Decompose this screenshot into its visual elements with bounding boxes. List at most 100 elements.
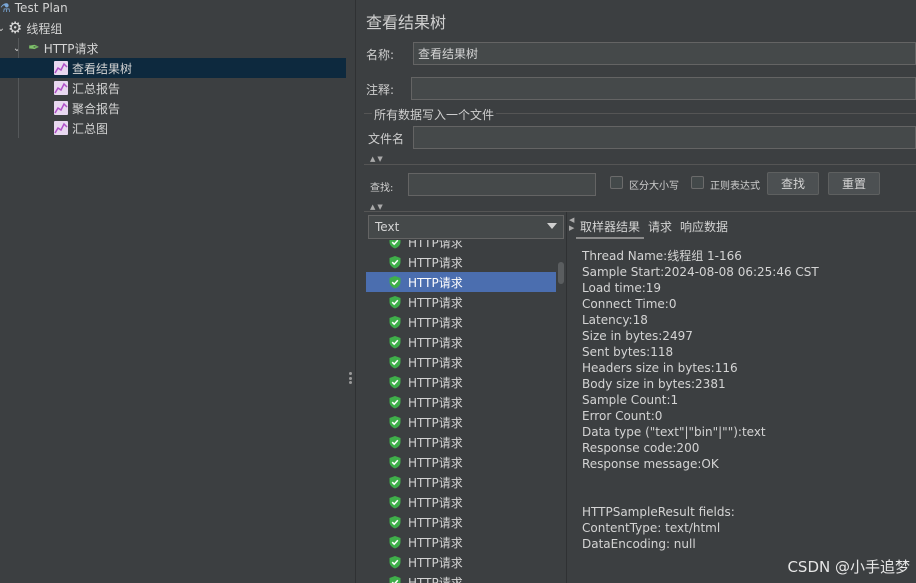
- regex-label: 正则表达式: [710, 181, 760, 192]
- tree-item-http-request[interactable]: ⌄ ✒ HTTP请求: [12, 38, 99, 58]
- tree-item-label: 汇总报告: [72, 81, 121, 96]
- shield-check-icon: [388, 515, 408, 529]
- result-tabs: 取样器结果 请求 响应数据: [576, 215, 732, 239]
- shield-check-icon: [388, 255, 408, 269]
- list-item[interactable]: HTTP请求: [366, 372, 556, 392]
- list-item-label: HTTP请求: [408, 455, 463, 470]
- list-item[interactable]: HTTP请求: [366, 552, 556, 572]
- reset-button[interactable]: 重置: [828, 172, 880, 195]
- tree-item-label: 汇总图: [72, 121, 109, 136]
- filename-label: 文件名: [368, 132, 405, 146]
- results-list[interactable]: HTTP请求 HTTP请求 HTTP请求 HTTP请求 HTTP请求 HTTP请求 HTTP…: [366, 240, 566, 583]
- results-scrollbar[interactable]: [556, 240, 566, 583]
- list-item[interactable]: HTTP请求: [366, 492, 556, 512]
- detail-line: Body size in bytes:2381: [582, 377, 726, 391]
- regex-checkbox[interactable]: [691, 176, 704, 189]
- splitter-grip-icon[interactable]: [349, 372, 352, 384]
- collapse-arrows-icon[interactable]: ▲▼: [370, 203, 385, 211]
- tree-guide-line: [18, 38, 19, 138]
- chevron-down-icon[interactable]: ⌄: [12, 43, 22, 54]
- tree-item-label: HTTP请求: [43, 41, 99, 56]
- shield-check-icon: [388, 455, 408, 469]
- graph-icon: [54, 101, 68, 115]
- search-label: 查找:: [370, 183, 394, 194]
- detail-line: Thread Name:线程组 1-166: [582, 249, 742, 263]
- list-item-label: HTTP请求: [408, 335, 463, 350]
- list-item[interactable]: HTTP请求: [366, 252, 556, 272]
- tab-request[interactable]: 请求: [644, 215, 676, 239]
- list-item-label: HTTP请求: [408, 395, 463, 410]
- detail-line: DataEncoding: null: [582, 537, 696, 551]
- shield-check-icon: [388, 315, 408, 329]
- tree-item-summary-graph[interactable]: 汇总图: [54, 118, 108, 138]
- detail-line: Latency:18: [582, 313, 648, 327]
- shield-check-icon: [388, 335, 408, 349]
- list-item[interactable]: HTTP请求: [366, 352, 556, 372]
- tree-item-summary-report[interactable]: 汇总报告: [54, 78, 120, 98]
- tree-item-thread-group[interactable]: ⌄ ⚙ 线程组: [0, 18, 62, 38]
- tree-item-aggregate-report[interactable]: 聚合报告: [54, 98, 120, 118]
- shield-check-icon: [388, 275, 408, 289]
- shield-check-icon: [388, 495, 408, 509]
- detail-line: Size in bytes:2497: [582, 329, 693, 343]
- main-splitter[interactable]: [346, 0, 356, 583]
- graph-icon: [54, 81, 68, 95]
- sampler-result-text[interactable]: Thread Name:线程组 1-166 Sample Start:2024-0…: [582, 248, 916, 552]
- tree-item-label: 聚合报告: [72, 101, 121, 116]
- tree-item-view-results-tree[interactable]: 查看结果树: [0, 58, 346, 78]
- list-item-label: HTTP请求: [408, 435, 463, 450]
- list-item[interactable]: HTTP请求: [366, 512, 556, 532]
- list-item[interactable]: HTTP请求: [366, 292, 556, 312]
- case-sensitive-checkbox[interactable]: [610, 176, 623, 189]
- listener-panel: 查看结果树 名称: 注释: 所有数据写入一个文件 文件名 ▲▼ 查找: 区分大小…: [356, 0, 916, 583]
- list-item[interactable]: HTTP请求: [366, 412, 556, 432]
- collapse-arrows-icon[interactable]: ◀ ▶: [569, 216, 574, 232]
- list-item[interactable]: HTTP请求: [366, 532, 556, 552]
- find-button[interactable]: 查找: [767, 172, 819, 195]
- shield-check-icon: [388, 375, 408, 389]
- test-plan-tree: ⚗ Test Plan ⌄ ⚙ 线程组 ⌄ ✒ HTTP请求 查看结果树 汇总报…: [0, 0, 346, 583]
- list-item-label: HTTP请求: [408, 415, 463, 430]
- name-input[interactable]: [413, 42, 916, 65]
- list-item-label: HTTP请求: [408, 495, 463, 510]
- list-item-label: HTTP请求: [408, 575, 463, 583]
- list-item[interactable]: HTTP请求: [366, 572, 556, 583]
- list-item[interactable]: HTTP请求: [366, 452, 556, 472]
- comment-input[interactable]: [411, 77, 916, 100]
- collapse-arrows-icon[interactable]: ▲▼: [370, 155, 385, 163]
- renderer-select[interactable]: Text: [368, 215, 564, 239]
- watermark: CSDN @小手追梦: [787, 558, 910, 576]
- tab-sampler-result[interactable]: 取样器结果: [576, 215, 645, 239]
- tree-item-test-plan[interactable]: ⚗ Test Plan: [0, 0, 68, 18]
- detail-line: Sample Start:2024-08-08 06:25:46 CST: [582, 265, 819, 279]
- results-splitter[interactable]: [566, 212, 576, 583]
- list-item-label: HTTP请求: [408, 255, 463, 270]
- chevron-down-icon: [547, 223, 557, 229]
- list-item[interactable]: HTTP请求: [366, 332, 556, 352]
- list-item-label: HTTP请求: [408, 355, 463, 370]
- list-item[interactable]: HTTP请求: [366, 432, 556, 452]
- detail-line: Response code:200: [582, 441, 700, 455]
- shield-check-icon: [388, 575, 408, 583]
- gear-icon: ⚙: [8, 18, 23, 37]
- tab-response-data[interactable]: 响应数据: [676, 215, 732, 239]
- detail-line: [582, 488, 916, 504]
- list-item[interactable]: HTTP请求: [366, 272, 556, 292]
- tree-item-label: 查看结果树: [72, 61, 133, 76]
- chevron-down-icon[interactable]: ⌄: [0, 23, 6, 34]
- list-item[interactable]: HTTP请求: [366, 240, 556, 252]
- detail-line: HTTPSampleResult fields:: [582, 505, 735, 519]
- case-sensitive-label: 区分大小写: [629, 181, 679, 192]
- search-input[interactable]: [408, 173, 596, 196]
- shield-check-icon: [388, 395, 408, 409]
- filename-input[interactable]: [413, 126, 916, 149]
- list-item[interactable]: HTTP请求: [366, 472, 556, 492]
- tree-item-label: Test Plan: [14, 1, 68, 15]
- tree-item-label: 线程组: [26, 21, 63, 36]
- list-item-label: HTTP请求: [408, 375, 463, 390]
- list-item-label: HTTP请求: [408, 555, 463, 570]
- list-item[interactable]: HTTP请求: [366, 312, 556, 332]
- list-item[interactable]: HTTP请求: [366, 392, 556, 412]
- list-item-label: HTTP请求: [408, 515, 463, 530]
- scrollbar-thumb[interactable]: [558, 262, 564, 284]
